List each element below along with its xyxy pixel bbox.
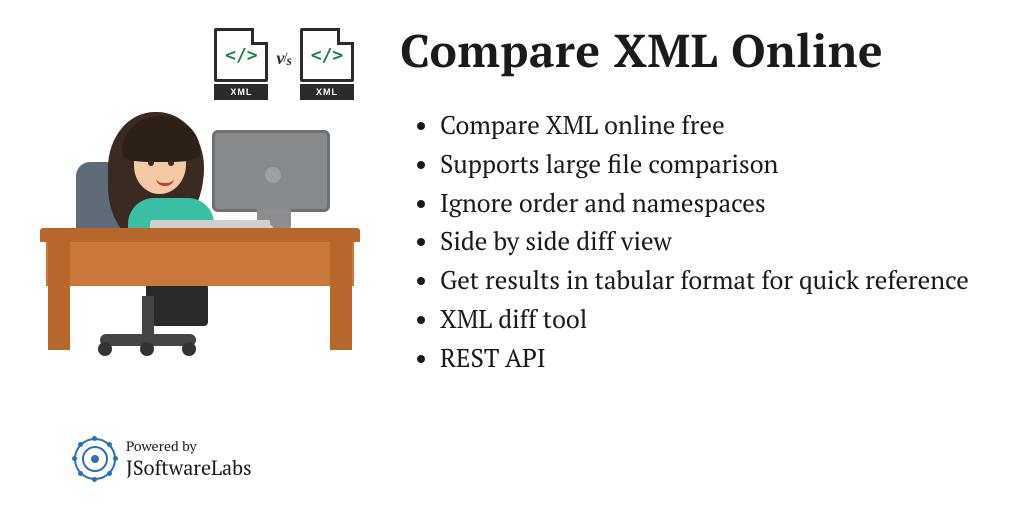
xml-file-left-icon: </> XML: [214, 28, 268, 100]
xml-vs-xml-icons: </> XML v/s </> XML: [214, 28, 354, 100]
xml-file-right-icon: </> XML: [300, 28, 354, 100]
code-glyph-icon: </>: [311, 45, 344, 66]
feature-list: Compare XML online free Supports large f…: [400, 107, 994, 378]
list-item: Side by side diff view: [440, 223, 994, 262]
powered-by: Powered by JSoftwareLabs: [74, 438, 252, 480]
versus-icon: v/s: [276, 48, 292, 69]
xml-file-left-label: XML: [214, 84, 268, 100]
chair-caster-icon: [182, 342, 196, 356]
chair-caster-icon: [98, 342, 112, 356]
brand-name: JSoftwareLabs: [126, 456, 252, 479]
content-column: Compare XML Online Compare XML online fr…: [380, 0, 1024, 512]
list-item: Ignore order and namespaces: [440, 185, 994, 224]
desk-icon: [40, 228, 360, 242]
illustration-column: </> XML v/s </> XML: [0, 0, 380, 512]
code-glyph-icon: </>: [225, 45, 258, 66]
xml-file-right-label: XML: [300, 84, 354, 100]
list-item: XML diff tool: [440, 301, 994, 340]
list-item: Get results in tabular format for quick …: [440, 262, 994, 301]
list-item: REST API: [440, 340, 994, 379]
list-item: Compare XML online free: [440, 107, 994, 146]
page: </> XML v/s </> XML: [0, 0, 1024, 512]
jsoftwarelabs-logo-icon: [74, 438, 116, 480]
chair-caster-icon: [140, 342, 154, 356]
list-item: Supports large file comparison: [440, 146, 994, 185]
page-title: Compare XML Online: [400, 20, 994, 81]
hero-illustration: </> XML v/s </> XML: [40, 20, 360, 360]
chair-post-icon: [142, 296, 154, 336]
